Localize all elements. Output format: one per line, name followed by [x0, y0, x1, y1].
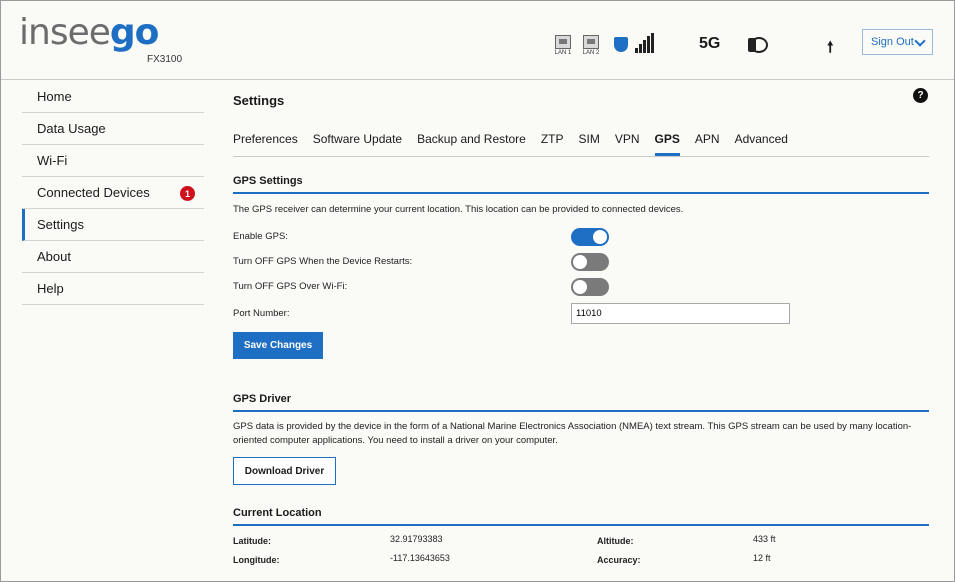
sim-status-icon: [748, 37, 768, 53]
sidebar-item-connected-devices[interactable]: Connected Devices 1: [22, 177, 204, 209]
tab-preferences[interactable]: Preferences: [233, 128, 298, 156]
sign-out-label: Sign Out: [871, 36, 914, 48]
tab-sim[interactable]: SIM: [579, 128, 600, 156]
gps-driver-description: GPS data is provided by the device in th…: [233, 421, 912, 446]
notification-badge: 1: [180, 186, 195, 201]
port-number-input[interactable]: [571, 303, 790, 324]
sidebar-item-label: Help: [37, 281, 64, 296]
altitude-label: Altitude:: [597, 536, 634, 546]
turn-off-restart-toggle[interactable]: [571, 253, 609, 271]
sidebar-item-data-usage[interactable]: Data Usage: [22, 113, 204, 145]
tab-gps[interactable]: GPS: [654, 128, 680, 156]
turn-off-wifi-label: Turn OFF GPS Over Wi-Fi:: [233, 281, 348, 292]
tab-ztp[interactable]: ZTP: [541, 128, 564, 156]
sidebar-item-about[interactable]: About: [22, 241, 204, 273]
enable-gps-toggle[interactable]: [571, 228, 609, 246]
tab-apn[interactable]: APN: [695, 128, 720, 156]
port-number-label: Port Number:: [233, 308, 290, 319]
altitude-value: 433 ft: [753, 534, 776, 544]
longitude-value: -117.13643653: [390, 553, 450, 563]
current-location-heading: Current Location: [233, 507, 929, 526]
sidebar-item-label: Data Usage: [37, 121, 106, 136]
network-type: 5G: [699, 35, 721, 52]
tab-backup-restore[interactable]: Backup and Restore: [417, 128, 526, 156]
logo-text-part1: insee: [19, 12, 111, 53]
lan1-status: LAN 1: [553, 35, 573, 56]
chevron-down-icon: [914, 35, 926, 47]
lan2-status: LAN 2: [581, 35, 601, 56]
lan1-label: LAN 1: [554, 50, 572, 56]
sidebar-item-home[interactable]: Home: [22, 81, 204, 113]
sidebar-item-wifi[interactable]: Wi-Fi: [22, 145, 204, 177]
accuracy-label: Accuracy:: [597, 555, 641, 565]
page-title: Settings: [233, 93, 285, 108]
signal-status: [614, 33, 658, 54]
save-changes-button[interactable]: Save Changes: [233, 332, 323, 359]
logo-text-part2: go: [109, 12, 160, 53]
sidebar-item-label: About: [37, 249, 71, 264]
sidebar-nav: Home Data Usage Wi-Fi Connected Devices …: [22, 81, 204, 305]
sign-out-button[interactable]: Sign Out: [862, 29, 933, 55]
gps-settings-description: The GPS receiver can determine your curr…: [233, 204, 684, 215]
security-shield-icon: [614, 37, 628, 52]
enable-gps-label: Enable GPS:: [233, 231, 288, 242]
sidebar-item-help[interactable]: Help: [22, 273, 204, 305]
tab-advanced[interactable]: Advanced: [735, 128, 788, 156]
download-driver-button[interactable]: Download Driver: [233, 457, 336, 485]
latitude-label: Latitude:: [233, 536, 271, 546]
lan-port-icon: [555, 35, 571, 49]
gps-settings-heading: GPS Settings: [233, 175, 929, 194]
sidebar-item-label: Wi-Fi: [37, 153, 68, 168]
inseego-logo: inseego: [19, 11, 160, 55]
turn-off-restart-label: Turn OFF GPS When the Device Restarts:: [233, 256, 413, 267]
gps-driver-heading: GPS Driver: [233, 393, 929, 412]
longitude-label: Longitude:: [233, 555, 280, 565]
app-window: inseego FX3100 LAN 1 LAN 2 5G 🠕 Sign Out: [0, 0, 955, 582]
device-model: FX3100: [147, 54, 183, 65]
sidebar-item-label: Connected Devices: [37, 185, 150, 200]
sidebar-item-label: Settings: [37, 217, 84, 232]
settings-tabs: Preferences Software Update Backup and R…: [233, 128, 929, 157]
tab-vpn[interactable]: VPN: [615, 128, 640, 156]
sidebar-item-label: Home: [37, 89, 72, 104]
lan-port-icon: [583, 35, 599, 49]
latitude-value: 32.91793383: [390, 534, 443, 544]
upload-arrow-icon: 🠕: [827, 39, 834, 56]
turn-off-wifi-toggle[interactable]: [571, 278, 609, 296]
top-header: inseego FX3100 LAN 1 LAN 2 5G 🠕 Sign Out: [1, 1, 954, 80]
help-icon[interactable]: ?: [913, 88, 928, 103]
tab-software-update[interactable]: Software Update: [313, 128, 402, 156]
accuracy-value: 12 ft: [753, 553, 771, 563]
sidebar-item-settings[interactable]: Settings: [22, 209, 204, 241]
lan2-label: LAN 2: [582, 50, 600, 56]
